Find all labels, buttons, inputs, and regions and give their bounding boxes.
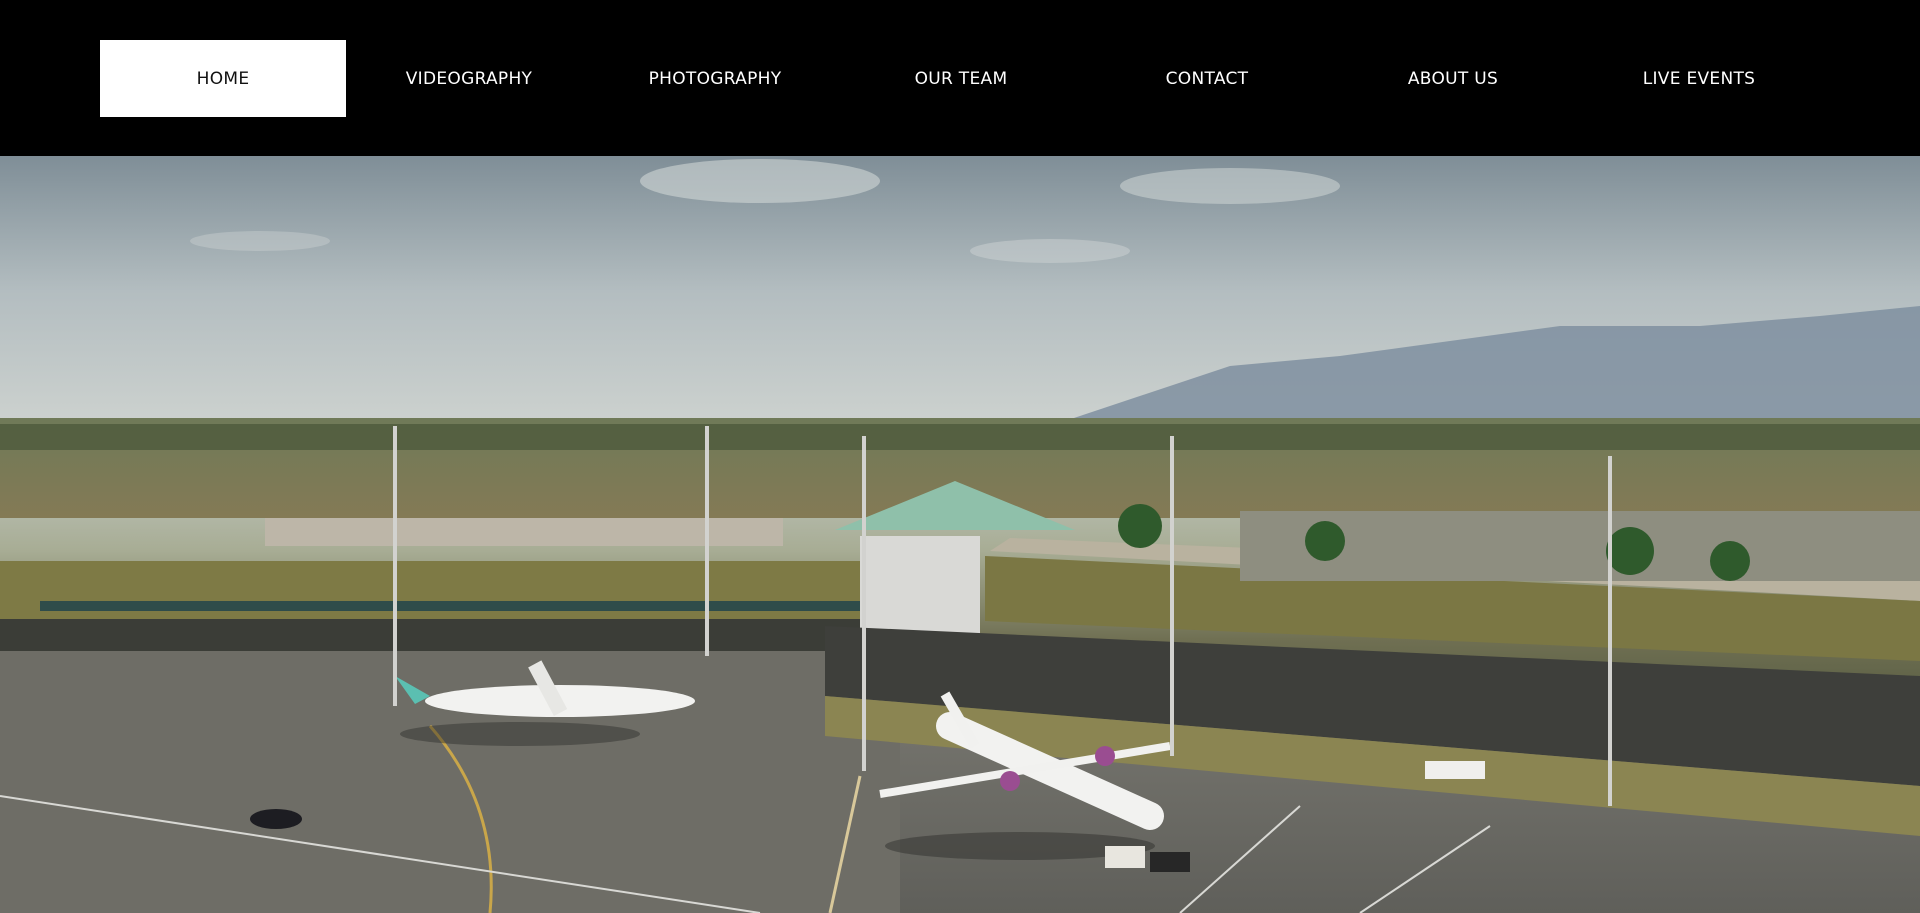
apron-left bbox=[0, 626, 900, 913]
hero-illustration bbox=[0, 156, 1920, 913]
palm-tree bbox=[1305, 521, 1345, 561]
nav-item-home[interactable]: HOME bbox=[100, 40, 346, 117]
nav-item-live-events[interactable]: LIVE EVENTS bbox=[1576, 40, 1822, 117]
nav-item-about-us[interactable]: ABOUT US bbox=[1330, 40, 1576, 117]
light-pole bbox=[705, 426, 709, 656]
light-pole bbox=[1170, 436, 1174, 756]
nav-item-photography[interactable]: PHOTOGRAPHY bbox=[592, 40, 838, 117]
tree-line bbox=[0, 424, 1920, 450]
service-vehicle bbox=[1105, 846, 1145, 868]
truck bbox=[1425, 761, 1485, 779]
light-pole bbox=[1608, 456, 1612, 806]
cloud bbox=[640, 159, 880, 203]
light-pole bbox=[862, 436, 866, 771]
hero-image bbox=[0, 156, 1920, 913]
terminal-center bbox=[860, 536, 980, 636]
nav-item-contact[interactable]: CONTACT bbox=[1084, 40, 1330, 117]
terminal-left-base bbox=[0, 619, 860, 651]
site-header: HOME VIDEOGRAPHY PHOTOGRAPHY OUR TEAM CO… bbox=[0, 0, 1920, 156]
palm-tree bbox=[1606, 527, 1654, 575]
terminal-left-windows bbox=[40, 601, 860, 611]
cloud bbox=[190, 231, 330, 251]
cloud bbox=[1120, 168, 1340, 204]
cloud bbox=[970, 239, 1130, 263]
car bbox=[250, 809, 302, 829]
nav-item-videography[interactable]: VIDEOGRAPHY bbox=[346, 40, 592, 117]
palm-tree bbox=[1710, 541, 1750, 581]
main-nav: HOME VIDEOGRAPHY PHOTOGRAPHY OUR TEAM CO… bbox=[100, 40, 1822, 117]
palm-tree bbox=[1118, 504, 1162, 548]
light-pole bbox=[393, 426, 397, 706]
nav-item-our-team[interactable]: OUR TEAM bbox=[838, 40, 1084, 117]
service-vehicle bbox=[1150, 852, 1190, 872]
